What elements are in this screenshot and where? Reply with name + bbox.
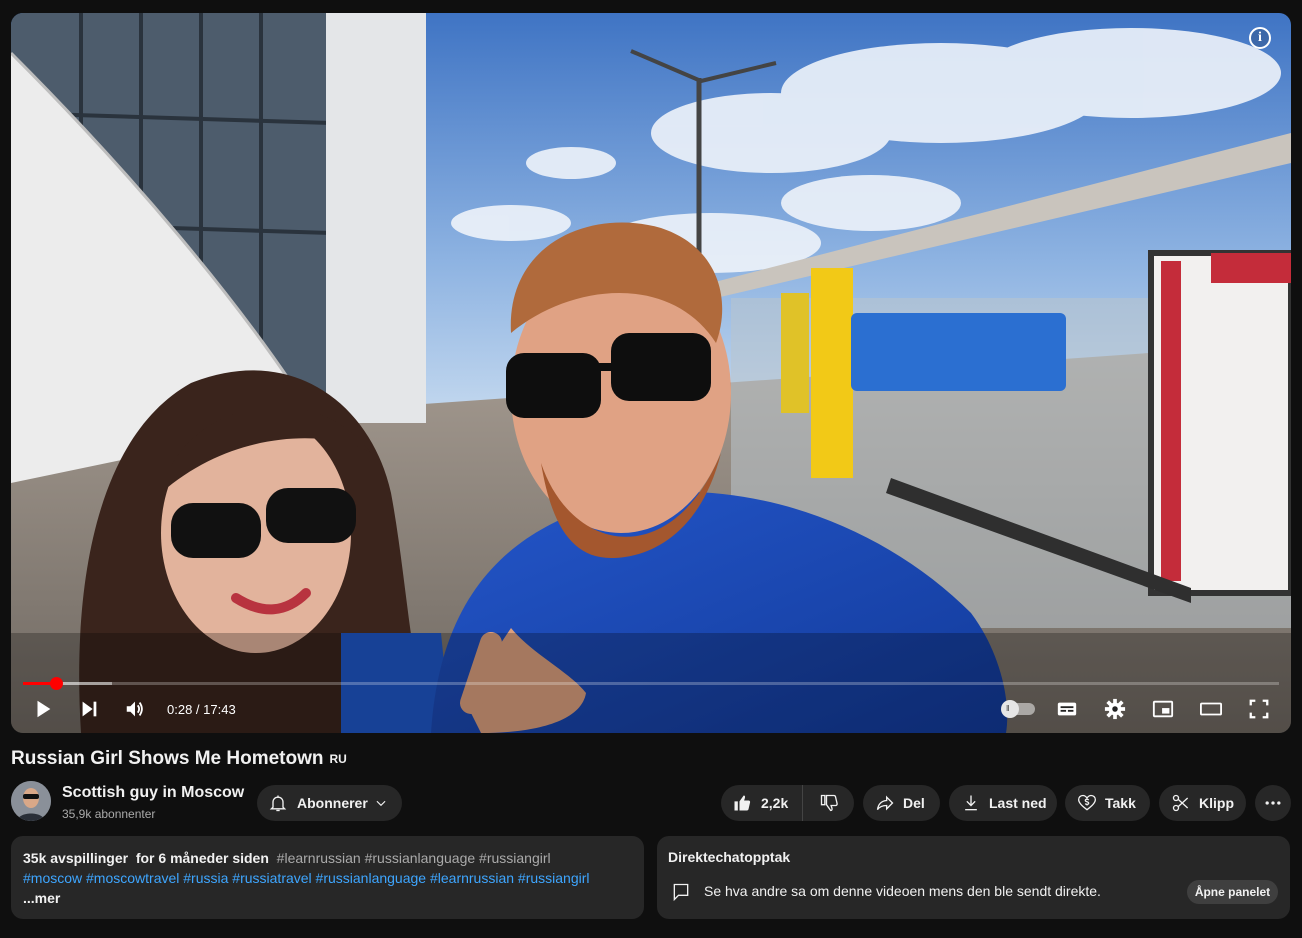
open-panel-button[interactable]: Åpne panelet — [1187, 880, 1278, 904]
autoplay-toggle-icon[interactable]: II — [1001, 691, 1037, 727]
fullscreen-icon[interactable] — [1241, 691, 1277, 727]
chat-replay-panel: Direktechatopptak Se hva andre sa om den… — [657, 836, 1290, 919]
chat-icon — [673, 883, 689, 902]
like-dislike-group: 2,2k — [721, 785, 854, 821]
play-icon[interactable] — [25, 691, 61, 727]
theater-mode-icon[interactable] — [1193, 691, 1229, 727]
chat-replay-text: Se hva andre sa om denne videoen mens de… — [704, 883, 1101, 899]
share-icon — [876, 795, 894, 811]
video-frame[interactable] — [11, 13, 1291, 733]
thanks-button[interactable]: Takk — [1065, 785, 1150, 821]
more-actions-button[interactable] — [1255, 785, 1291, 821]
more-horizontal-icon — [1265, 801, 1281, 805]
subscribe-button[interactable]: Abonnerer — [257, 785, 402, 821]
clip-label: Klipp — [1199, 795, 1234, 811]
like-button[interactable]: 2,2k — [721, 785, 803, 821]
view-count: 35k avspillinger — [23, 850, 129, 866]
volume-icon[interactable] — [117, 691, 153, 727]
like-count: 2,2k — [761, 795, 789, 811]
thanks-label: Takk — [1105, 795, 1136, 811]
chevron-down-icon — [376, 800, 386, 807]
next-icon[interactable] — [71, 691, 107, 727]
description-hashtags[interactable]: #moscow #moscowtravel #russia #russiatra… — [23, 868, 632, 888]
subscribe-label: Abonnerer — [297, 795, 368, 811]
language-badge: RU — [329, 752, 347, 766]
subscriber-count: 35,9k abonnenter — [62, 807, 156, 821]
show-more-link[interactable]: ...mer — [23, 888, 632, 908]
video-title-text: Russian Girl Shows Me Hometown — [11, 748, 324, 769]
channel-avatar[interactable] — [11, 781, 51, 821]
clip-button[interactable]: Klipp — [1159, 785, 1246, 821]
miniplayer-icon[interactable] — [1145, 691, 1181, 727]
bell-icon — [269, 795, 287, 812]
thumbs-up-icon — [734, 795, 751, 811]
settings-icon[interactable] — [1097, 691, 1133, 727]
time-display: 0:28 / 17:43 — [167, 701, 236, 717]
inline-hashtags[interactable]: #learnrussian #russianlanguage #russiang… — [277, 850, 551, 866]
share-label: Del — [903, 795, 925, 811]
channel-row: Scottish guy in Moscow 35,9k abonnenter … — [11, 780, 1291, 824]
player-controls: 0:28 / 17:43 II — [11, 685, 1291, 733]
heart-dollar-icon — [1077, 794, 1097, 811]
download-icon — [965, 795, 977, 811]
chat-replay-title: Direktechatopptak — [668, 849, 791, 865]
channel-name[interactable]: Scottish guy in Moscow — [62, 784, 244, 802]
description-box[interactable]: 35k avspillinger for 6 måneder siden #le… — [11, 836, 644, 919]
share-button[interactable]: Del — [863, 785, 940, 821]
info-icon[interactable]: i — [1249, 27, 1271, 49]
download-label: Last ned — [989, 795, 1047, 811]
thumbs-down-icon — [820, 794, 838, 812]
subtitles-icon[interactable] — [1049, 691, 1085, 727]
video-player[interactable]: i 0:28 / 17:43 II — [11, 13, 1291, 733]
scissors-icon — [1172, 794, 1189, 812]
dislike-button[interactable] — [803, 785, 854, 821]
right-controls: II — [1001, 691, 1277, 727]
video-title: Russian Girl Shows Me Hometown RU — [11, 748, 347, 770]
description-meta: 35k avspillinger for 6 måneder siden #le… — [23, 848, 632, 868]
upload-age: for 6 måneder siden — [135, 850, 269, 866]
download-button[interactable]: Last ned — [949, 785, 1057, 821]
